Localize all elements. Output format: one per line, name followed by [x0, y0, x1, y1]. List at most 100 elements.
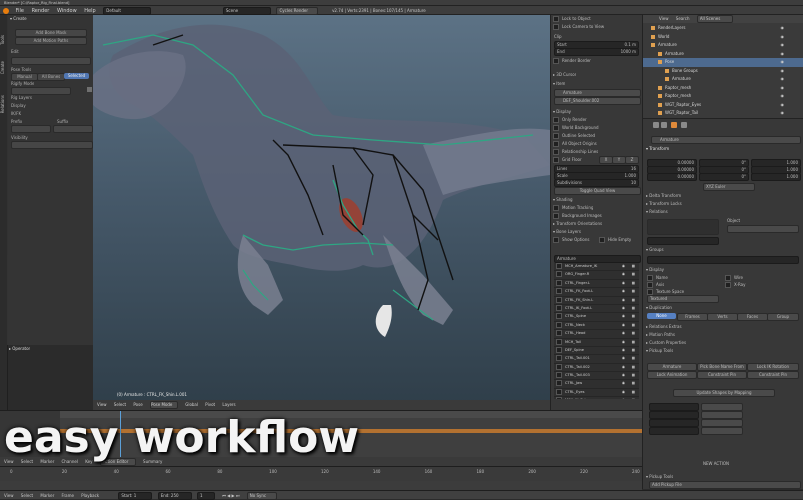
custom-properties-header[interactable]: ▸ Custom Properties: [646, 340, 686, 345]
axis-y-button[interactable]: Y: [612, 156, 626, 164]
layer-lock-icon[interactable]: ■: [632, 271, 635, 278]
pickup-tools-header[interactable]: ▾ Pickup Tools: [646, 348, 673, 353]
layout-select[interactable]: Default: [103, 6, 152, 15]
bone-layer-check[interactable]: [556, 313, 562, 320]
bone-layer-row[interactable]: CTRL_Jaw ◉ ■: [554, 380, 639, 389]
layer-lock-icon[interactable]: ■: [632, 364, 635, 371]
display-axis-check[interactable]: [647, 282, 653, 288]
bone-layer-row[interactable]: CTRL_FK_Shin.L ◉ ■: [554, 296, 639, 305]
pickup-row-value[interactable]: [701, 419, 743, 427]
suffix-field[interactable]: [53, 125, 93, 133]
bone-layer-check[interactable]: [556, 397, 562, 399]
visibility-field[interactable]: [11, 141, 93, 149]
timeline-marker-menu[interactable]: Marker: [40, 493, 54, 498]
layer-lock-icon[interactable]: ■: [632, 380, 635, 387]
layer-lock-icon[interactable]: ■: [632, 322, 635, 329]
layer-eye-icon[interactable]: ◉: [622, 372, 625, 379]
layer-eye-icon[interactable]: ◉: [622, 271, 625, 278]
add-pickup-file-field[interactable]: Add Pickup File: [649, 481, 801, 489]
outliner-item[interactable]: WGT_Raptor_Eyes ◉: [643, 101, 803, 110]
bone-layer-check[interactable]: [556, 271, 562, 278]
add-group-field[interactable]: [647, 256, 799, 264]
viewport-3d[interactable]: View Select Pose Pose Mode Global Pivot …: [93, 15, 550, 410]
bone-layer-row[interactable]: CTRL_Tail.003 ◉ ■: [554, 372, 639, 381]
operator-panel-label[interactable]: ▸ Operator: [9, 346, 30, 351]
origins-check[interactable]: [553, 141, 559, 147]
bone-layer-row[interactable]: CTRL_Tail.002 ◉ ■: [554, 363, 639, 373]
scene-select[interactable]: Scene: [222, 6, 271, 15]
clip-end-field[interactable]: End 1000 m: [554, 48, 639, 56]
layer-lock-icon[interactable]: ■: [632, 297, 635, 304]
object-tab-icon[interactable]: [671, 122, 677, 128]
layer-lock-icon[interactable]: ■: [632, 389, 635, 396]
dupli-verts[interactable]: Verts: [707, 313, 738, 321]
lock-ik-button[interactable]: Lock IK Rotation: [747, 363, 799, 371]
layers-field[interactable]: [647, 219, 719, 235]
bone-layer-check[interactable]: [556, 330, 562, 337]
bone-layer-check[interactable]: [556, 321, 562, 328]
bone-layer-row[interactable]: MCH_Armature_IK ◉ ■: [554, 263, 639, 272]
grid-floor-row[interactable]: Grid Floor: [553, 157, 582, 163]
jump-end-icon[interactable]: ⏭: [236, 493, 240, 498]
layer-lock-icon[interactable]: ■: [632, 339, 635, 346]
bone-layer-check[interactable]: [556, 288, 562, 295]
layer-eye-icon[interactable]: ◉: [622, 364, 625, 371]
bone-layer-row[interactable]: ORG_Finger.R ◉ ■: [554, 271, 639, 280]
add-motion-paths-button[interactable]: Add Motion Paths: [15, 37, 87, 45]
outliner-item[interactable]: RenderLayers ◉: [643, 24, 803, 33]
layer-eye-icon[interactable]: ◉: [622, 389, 625, 396]
relations-extras-header[interactable]: ▸ Relations Extras: [646, 324, 682, 329]
layer-lock-icon[interactable]: ■: [632, 355, 635, 362]
grid-floor-check[interactable]: [553, 157, 559, 163]
render-tab-icon[interactable]: [653, 122, 659, 128]
show-options-check[interactable]: [553, 237, 559, 243]
layer-lock-icon[interactable]: ■: [632, 397, 635, 399]
bone-layer-row[interactable]: CTRL_Finger.L ◉ ■: [554, 279, 639, 289]
tab-create[interactable]: Create: [0, 61, 7, 74]
bone-layer-row[interactable]: CTRL_FK_Foot.L ◉ ■: [554, 288, 639, 297]
bone-layer-row[interactable]: CTRL_Spine ◉ ■: [554, 313, 639, 322]
visibility-eye-icon[interactable]: ◉: [781, 75, 785, 84]
bone-layer-check[interactable]: [556, 355, 562, 362]
parent-field[interactable]: [727, 225, 799, 233]
outliner-item[interactable]: Bone Groups ◉: [643, 67, 803, 76]
relationship-lines-check[interactable]: [553, 149, 559, 155]
outliner-display-mode[interactable]: All Scenes: [696, 15, 733, 23]
layer-eye-icon[interactable]: ◉: [622, 322, 625, 329]
layer-eye-icon[interactable]: ◉: [622, 288, 625, 295]
bone-layer-row[interactable]: MCH_IK_Pole ◉ ■: [554, 397, 639, 399]
draw-type-select[interactable]: Textured: [647, 295, 719, 303]
subdivisions-field[interactable]: Subdivisions 10: [554, 179, 639, 187]
bone-layer-check[interactable]: [556, 380, 562, 387]
display-xray-check[interactable]: [725, 282, 731, 288]
pickup-armature-button[interactable]: Armature: [647, 363, 697, 371]
bone-layer-check[interactable]: [556, 388, 562, 395]
hide-empty-check[interactable]: [599, 237, 605, 243]
modifiers-tab-icon[interactable]: [681, 122, 687, 128]
visibility-eye-icon[interactable]: ◉: [781, 58, 785, 67]
outliner-item[interactable]: WGT_Raptor_Tail ◉: [643, 109, 803, 118]
jump-start-icon[interactable]: ⏮: [222, 493, 226, 498]
visibility-eye-icon[interactable]: ◉: [781, 109, 785, 118]
background-images-check[interactable]: [553, 213, 559, 219]
cursor-header[interactable]: ▸ 3D Cursor: [553, 72, 576, 77]
display-wire-row[interactable]: Wire: [725, 275, 743, 281]
bone-layer-row[interactable]: CTRL_IK_Foot.L ◉ ■: [554, 304, 639, 314]
layer-eye-icon[interactable]: ◉: [622, 263, 625, 270]
layer-lock-icon[interactable]: ■: [632, 280, 635, 287]
motion-tracking-row[interactable]: Motion Tracking: [553, 205, 593, 211]
axis-x-button[interactable]: X: [599, 156, 613, 164]
lock-camera-row[interactable]: Lock Camera to View: [553, 24, 604, 30]
visibility-eye-icon[interactable]: ◉: [781, 101, 785, 110]
pickup-tools-bottom-header[interactable]: ▾ Pickup Tools: [646, 474, 673, 479]
origins-row[interactable]: All Object Origins: [553, 141, 597, 147]
tab-tools[interactable]: Tools: [0, 35, 7, 45]
lock-camera-check[interactable]: [553, 24, 559, 30]
groups-header[interactable]: ▾ Groups: [646, 247, 664, 252]
pickup-row[interactable]: [649, 419, 699, 427]
hide-empty-row[interactable]: Hide Empty: [599, 237, 631, 243]
pickup-row-value[interactable]: [701, 427, 743, 435]
bone-layer-check[interactable]: [556, 304, 562, 311]
only-render-row[interactable]: Only Render: [553, 117, 587, 123]
motion-paths-header[interactable]: ▸ Motion Paths: [646, 332, 675, 337]
